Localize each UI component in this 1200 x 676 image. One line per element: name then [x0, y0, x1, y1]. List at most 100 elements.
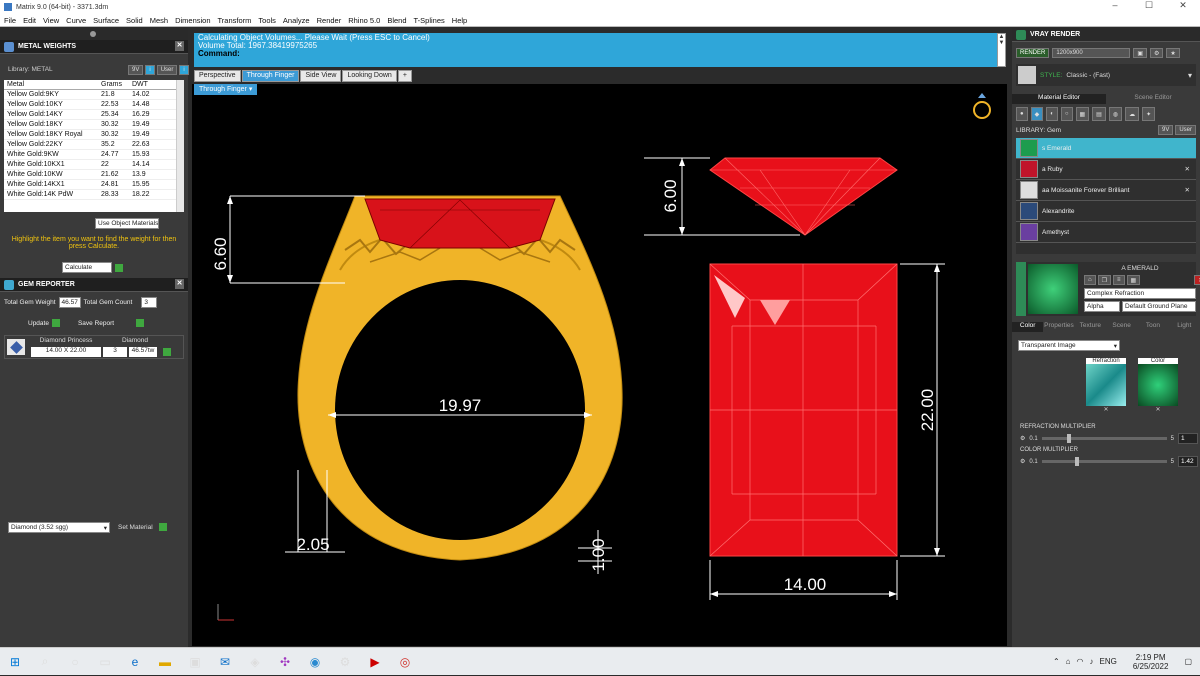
- search-icon[interactable]: ⌕: [30, 648, 60, 676]
- update-button[interactable]: Update: [28, 320, 49, 327]
- set-material-button[interactable]: Set Material: [118, 524, 153, 531]
- col-metal[interactable]: Metal: [4, 81, 99, 88]
- ground-plane-field[interactable]: Default Ground Plane: [1122, 301, 1196, 312]
- list-item-ruby[interactable]: a Ruby ✕: [1016, 159, 1196, 180]
- panel-collapse-bar[interactable]: [0, 28, 188, 40]
- save-report-go-icon[interactable]: [136, 319, 145, 327]
- style-value[interactable]: Classic - (Fast): [1066, 72, 1110, 79]
- tab-properties[interactable]: Properties: [1043, 322, 1074, 332]
- store-icon[interactable]: ▣: [180, 648, 210, 676]
- table-row[interactable]: Yellow Gold:18KY 30.32 19.49: [4, 120, 184, 130]
- table-row[interactable]: Yellow Gold:9KY 21.8 14.02: [4, 90, 184, 100]
- set-material-go-icon[interactable]: [158, 523, 167, 531]
- render-button[interactable]: RENDER: [1016, 48, 1050, 58]
- use-object-materials-checkbox[interactable]: Use Object Materials: [95, 218, 160, 229]
- tab-light[interactable]: Light: [1169, 322, 1200, 332]
- tab-perspective[interactable]: Perspective: [194, 70, 241, 82]
- table-row[interactable]: White Gold:9KW 24.77 15.93: [4, 150, 184, 160]
- cortana-icon[interactable]: ○: [60, 648, 90, 676]
- list-icon[interactable]: ≡: [1113, 275, 1125, 285]
- stone-icon[interactable]: ◍: [1108, 107, 1123, 121]
- delete-icon[interactable]: ✕: [1194, 275, 1200, 285]
- grid-icon[interactable]: ▦: [1126, 275, 1141, 285]
- menu-file[interactable]: File: [4, 16, 16, 25]
- color-slot[interactable]: Color ✕: [1138, 358, 1178, 413]
- file-explorer-icon[interactable]: ▬: [150, 648, 180, 676]
- duplicate-icon[interactable]: ❐: [1097, 275, 1112, 285]
- command-scrollbar[interactable]: ▲ ▼: [997, 33, 1006, 67]
- cm-thumb[interactable]: [1075, 457, 1080, 466]
- minimize-button[interactable]: –: [1098, 0, 1132, 11]
- task-view-icon[interactable]: ▭: [90, 648, 120, 676]
- network-app-icon[interactable]: ✣: [270, 648, 300, 676]
- menu-tsplines[interactable]: T-Splines: [414, 16, 445, 25]
- texture-icon[interactable]: ▦: [1075, 107, 1090, 121]
- tab-color[interactable]: Color: [1012, 322, 1044, 332]
- matrix-app-icon[interactable]: ◈: [240, 648, 270, 676]
- grid-icon[interactable]: ▤: [1092, 107, 1106, 121]
- menu-curve[interactable]: Curve: [66, 16, 86, 25]
- col-dwt[interactable]: DWT: [130, 81, 170, 88]
- alpha-field[interactable]: Alpha: [1084, 301, 1120, 312]
- cloud-icon[interactable]: ☁: [1125, 107, 1140, 121]
- notifications-icon[interactable]: ▢: [1184, 657, 1192, 666]
- menu-edit[interactable]: Edit: [23, 16, 36, 25]
- table-row[interactable]: White Gold:10KW 21.62 13.9: [4, 170, 184, 180]
- material-select[interactable]: Diamond (3.52 sgg) ▾: [8, 522, 110, 533]
- menu-solid[interactable]: Solid: [126, 16, 143, 25]
- resolution-field[interactable]: 1200x900: [1052, 48, 1131, 58]
- table-row[interactable]: White Gold:10KX1 22 14.14: [4, 160, 184, 170]
- browser-icon[interactable]: ◉: [300, 648, 330, 676]
- col-grams[interactable]: Grams: [99, 81, 130, 88]
- update-go-icon[interactable]: [51, 319, 60, 327]
- menu-view[interactable]: View: [43, 16, 59, 25]
- calculate-button[interactable]: Calculate: [62, 262, 112, 273]
- list-item-amethyst[interactable]: Amethyst: [1016, 222, 1196, 243]
- complex-refraction-field[interactable]: Complex Refraction: [1084, 288, 1196, 299]
- table-row[interactable]: Yellow Gold:10KY 22.53 14.48: [4, 100, 184, 110]
- lib-9v-button[interactable]: 9V: [1157, 125, 1174, 135]
- menu-tools[interactable]: Tools: [258, 16, 276, 25]
- command-area[interactable]: Calculating Object Volumes... Please Wai…: [194, 33, 1006, 67]
- active-viewport-label[interactable]: Through Finger ▾: [194, 84, 258, 95]
- refraction-slot[interactable]: Refraction ✕: [1086, 358, 1126, 413]
- tab-scene[interactable]: Scene: [1106, 322, 1137, 332]
- maximize-button[interactable]: ☐: [1132, 0, 1166, 11]
- table-row[interactable]: Yellow Gold:14KY 25.34 16.29: [4, 110, 184, 120]
- tab-scene-editor[interactable]: Scene Editor: [1106, 94, 1200, 104]
- table-row[interactable]: Yellow Gold:22KY 35.2 22.63: [4, 140, 184, 150]
- clear-icon[interactable]: ✕: [1138, 406, 1178, 413]
- gem-go-icon[interactable]: [163, 348, 171, 356]
- metal-icon[interactable]: ◐: [1046, 107, 1058, 121]
- tab-side-view[interactable]: Side View: [300, 70, 342, 82]
- mail-icon[interactable]: ✉: [210, 648, 240, 676]
- close-icon[interactable]: ✕: [175, 279, 184, 289]
- tab-looking-down[interactable]: Looking Down: [342, 70, 397, 82]
- windows-start-icon[interactable]: ⊞: [0, 648, 30, 676]
- table-row[interactable]: White Gold:14K PdW 28.33 18.22: [4, 190, 184, 200]
- lib-9v-button[interactable]: 9V: [128, 65, 144, 75]
- edge-icon[interactable]: e: [120, 648, 150, 676]
- gem-icon[interactable]: ◆: [1030, 107, 1044, 121]
- settings-icon[interactable]: ⚙: [330, 648, 360, 676]
- menu-mesh[interactable]: Mesh: [150, 16, 168, 25]
- lib-user-info-icon[interactable]: i: [179, 65, 189, 75]
- calculate-go-icon[interactable]: [115, 263, 123, 272]
- drop-icon[interactable]: ●: [1016, 107, 1028, 121]
- tab-through-finger[interactable]: Through Finger: [241, 70, 300, 82]
- network-icon[interactable]: ⌂: [1066, 657, 1071, 666]
- list-item-emerald[interactable]: s Emerald: [1016, 138, 1196, 159]
- menu-dimension[interactable]: Dimension: [175, 16, 210, 25]
- remove-icon[interactable]: ✕: [1185, 186, 1190, 194]
- cm-value[interactable]: 1.42: [1178, 456, 1198, 467]
- tab-toon[interactable]: Toon: [1137, 322, 1168, 332]
- transparent-image-select[interactable]: Transparent Image ▾: [1018, 340, 1120, 351]
- close-icon[interactable]: ✕: [175, 41, 184, 51]
- volume-icon[interactable]: ♪: [1090, 657, 1094, 666]
- list-item-alexandrite[interactable]: Alexandrite: [1016, 201, 1196, 222]
- refraction-multiplier-slider[interactable]: ⚙ 0.1 5 1: [1020, 433, 1198, 444]
- wifi-icon[interactable]: ◠: [1077, 657, 1084, 666]
- rm-value[interactable]: 1: [1178, 433, 1198, 444]
- collapse-arrow-icon[interactable]: [1016, 262, 1026, 316]
- settings-icon[interactable]: ⚙: [1150, 48, 1164, 58]
